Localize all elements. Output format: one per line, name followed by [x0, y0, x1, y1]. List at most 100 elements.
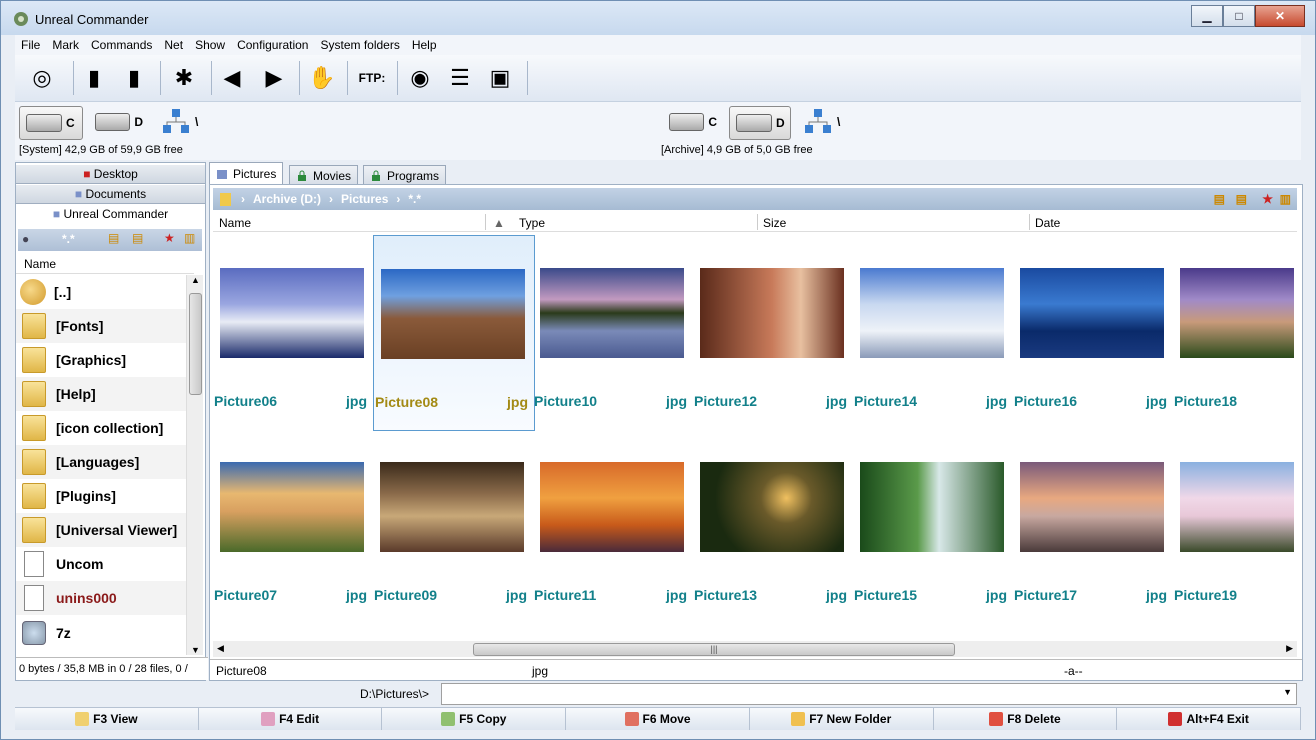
- thumbnail-item[interactable]: Picture17 jpg: [1013, 429, 1173, 623]
- minimize-button[interactable]: ▁: [1191, 5, 1223, 27]
- column-header-name[interactable]: Name: [219, 216, 251, 230]
- fkey-label: F6 Move: [642, 712, 691, 726]
- left-tab-documents[interactable]: ■ Documents: [16, 185, 205, 204]
- menu-help[interactable]: Help: [412, 38, 437, 52]
- root-icon[interactable]: ▤: [108, 231, 119, 245]
- thumbnail-item[interactable]: Picture09 jpg: [373, 429, 533, 623]
- list-item[interactable]: unins000: [16, 581, 186, 615]
- folder-icon: ■: [74, 187, 86, 201]
- left-drive-d[interactable]: D: [89, 106, 143, 138]
- list-item[interactable]: [Fonts]: [16, 309, 186, 343]
- scroll-thumb[interactable]: |||: [473, 643, 955, 656]
- thumbnail-item[interactable]: Picture11 jpg: [533, 429, 693, 623]
- favorite-icon[interactable]: ★: [164, 231, 175, 245]
- up-dir-icon[interactable]: ▤: [132, 231, 143, 245]
- list-item[interactable]: [Graphics]: [16, 343, 186, 377]
- close-button[interactable]: ✕: [1255, 5, 1305, 27]
- title-bar[interactable]: Unreal Commander ▁ □ ✕: [1, 1, 1315, 35]
- chevron-down-icon[interactable]: ▼: [1283, 687, 1292, 697]
- list-item[interactable]: [Languages]: [16, 445, 186, 479]
- left-drive-c[interactable]: C: [19, 106, 83, 140]
- left-vertical-scrollbar[interactable]: ▲ ▼: [186, 275, 203, 655]
- right-drive-c[interactable]: C: [663, 106, 717, 138]
- refresh-icon[interactable]: ◎: [25, 61, 59, 95]
- path-folder[interactable]: Pictures: [341, 192, 388, 206]
- left-panel-icon[interactable]: ▮: [77, 61, 111, 95]
- history-icon[interactable]: ▥: [1280, 192, 1291, 206]
- column-header-name[interactable]: Name: [16, 257, 194, 274]
- thumbnail-item[interactable]: Picture19: [1173, 429, 1294, 623]
- column-header-date[interactable]: Date: [1035, 216, 1060, 230]
- up-dir-icon[interactable]: ▤: [1236, 192, 1247, 206]
- list-item[interactable]: [Help]: [16, 377, 186, 411]
- alt-f4-exit-button[interactable]: Alt+F4 Exit: [1117, 708, 1302, 730]
- thumbnail-item[interactable]: Picture07 jpg: [213, 429, 373, 623]
- back-icon[interactable]: ◀: [215, 61, 249, 95]
- command-input[interactable]: ▼: [441, 683, 1297, 705]
- f6-move-button[interactable]: F6 Move: [566, 708, 750, 730]
- search-icon[interactable]: ◉: [403, 61, 437, 95]
- list-item[interactable]: 7z: [16, 615, 186, 651]
- tab-pictures[interactable]: Pictures: [209, 162, 284, 185]
- menu-configuration[interactable]: Configuration: [237, 38, 308, 52]
- thumbnail-item[interactable]: Picture12 jpg: [693, 235, 853, 429]
- right-panel-icon[interactable]: ▮: [117, 61, 151, 95]
- right-drive-network[interactable]: \: [803, 106, 851, 138]
- menu-commands[interactable]: Commands: [91, 38, 152, 52]
- scroll-up-arrow[interactable]: ▲: [191, 275, 200, 285]
- menu-show[interactable]: Show: [195, 38, 225, 52]
- f4-edit-button[interactable]: F4 Edit: [199, 708, 383, 730]
- thumbnail-item[interactable]: Picture10 jpg: [533, 235, 693, 429]
- select-all-icon[interactable]: ✱: [167, 61, 201, 95]
- path-drive[interactable]: Archive (D:): [253, 192, 321, 206]
- right-path-bar[interactable]: › Archive (D:) › Pictures › *.* ▤ ▤ ★ ▥: [213, 188, 1297, 210]
- left-tab-unreal-commander[interactable]: ■ Unreal Commander: [16, 205, 205, 223]
- list-item[interactable]: [icon collection]: [16, 411, 186, 445]
- right-horizontal-scrollbar[interactable]: ◀ ||| ▶: [213, 641, 1297, 657]
- history-icon[interactable]: ▥: [184, 231, 195, 245]
- left-path-bar[interactable]: ● *.* ▤ ▤ ★ ▥: [18, 229, 202, 251]
- f3-view-button[interactable]: F3 View: [15, 708, 199, 730]
- file-list-icon[interactable]: ☰: [443, 61, 477, 95]
- left-drive-network[interactable]: \: [161, 106, 209, 138]
- thumbnail-item[interactable]: Picture18: [1173, 235, 1294, 429]
- thumbnail-item[interactable]: Picture14 jpg: [853, 235, 1013, 429]
- f8-delete-button[interactable]: F8 Delete: [934, 708, 1118, 730]
- list-item[interactable]: [Universal Viewer]: [16, 513, 186, 547]
- maximize-button[interactable]: □: [1223, 5, 1255, 27]
- root-icon[interactable]: ▤: [1214, 192, 1225, 206]
- scroll-right-arrow[interactable]: ▶: [1286, 643, 1293, 654]
- menu-mark[interactable]: Mark: [52, 38, 79, 52]
- column-separator[interactable]: [757, 214, 758, 230]
- left-tab-desktop[interactable]: ■ Desktop: [16, 165, 205, 184]
- f7-new-folder-button[interactable]: F7 New Folder: [750, 708, 934, 730]
- thumbnail-item[interactable]: Picture15 jpg: [853, 429, 1013, 623]
- column-separator[interactable]: [485, 214, 486, 230]
- list-item[interactable]: [Plugins]: [16, 479, 186, 513]
- favorite-icon[interactable]: ★: [1262, 192, 1273, 206]
- scroll-left-arrow[interactable]: ◀: [217, 643, 224, 654]
- column-header-size[interactable]: Size: [763, 216, 786, 230]
- column-header-type[interactable]: Type: [519, 216, 545, 230]
- f5-copy-button[interactable]: F5 Copy: [382, 708, 567, 730]
- column-separator[interactable]: [1029, 214, 1030, 230]
- path-mask[interactable]: *.*: [408, 192, 421, 206]
- thumbnail-item[interactable]: Picture06 jpg: [213, 235, 373, 429]
- thumbnail-item[interactable]: Picture13 jpg: [693, 429, 853, 623]
- tab-movies[interactable]: Movies: [289, 165, 359, 185]
- right-drive-d[interactable]: D: [729, 106, 791, 140]
- tab-programs[interactable]: Programs: [363, 165, 447, 185]
- thumbnail-item[interactable]: Picture16 jpg: [1013, 235, 1173, 429]
- menu-system-folders[interactable]: System folders: [320, 38, 399, 52]
- menu-file[interactable]: File: [21, 38, 40, 52]
- forward-icon[interactable]: ▶: [257, 61, 291, 95]
- list-item[interactable]: [..]: [16, 275, 186, 309]
- list-item[interactable]: Uncom: [16, 547, 186, 581]
- ftp-button[interactable]: FTP:: [355, 61, 389, 95]
- menu-net[interactable]: Net: [164, 38, 183, 52]
- archive-icon[interactable]: ▣: [483, 61, 517, 95]
- scroll-down-arrow[interactable]: ▼: [191, 645, 200, 655]
- scroll-thumb[interactable]: [189, 293, 202, 395]
- hand-icon[interactable]: ✋: [305, 61, 339, 95]
- thumbnail-item-selected[interactable]: Picture08 jpg: [373, 235, 535, 431]
